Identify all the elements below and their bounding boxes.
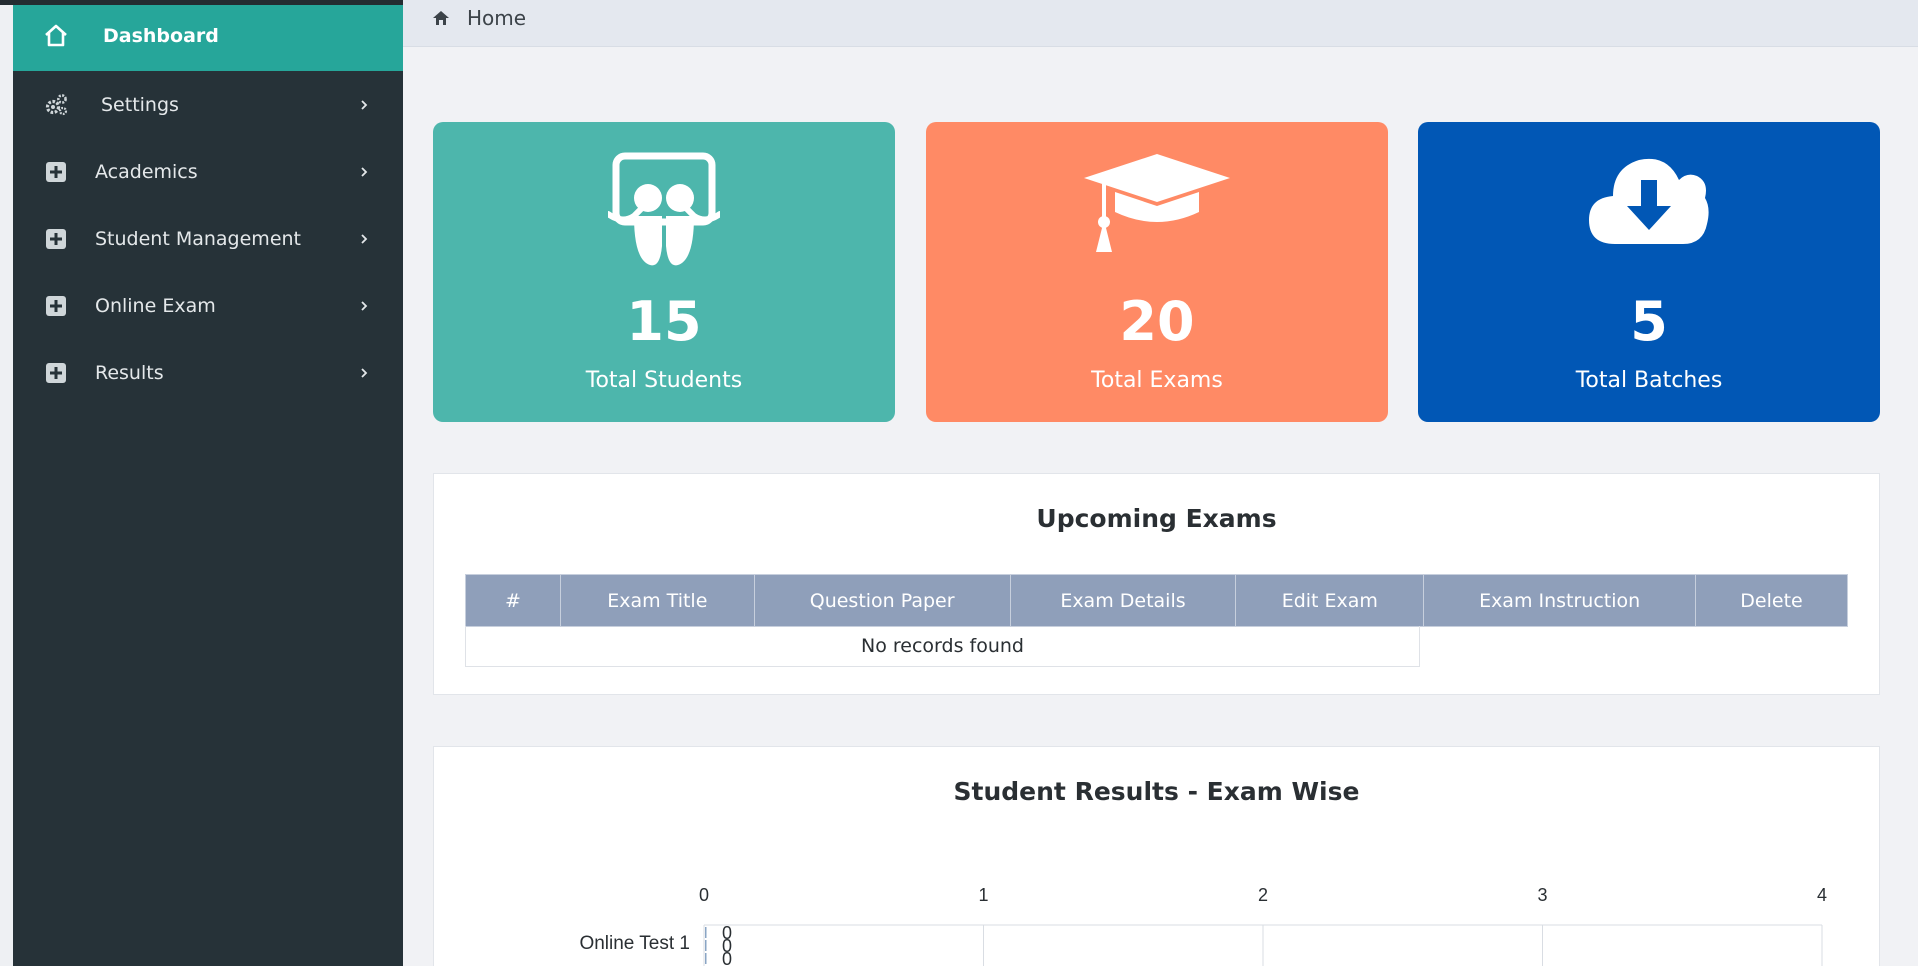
bar xyxy=(705,953,707,964)
top-strip xyxy=(0,0,403,5)
x-tick-label: 3 xyxy=(1537,885,1547,905)
col-header-exam-title: Exam Title xyxy=(559,574,755,627)
sidebar-item-student-management[interactable]: Student Management xyxy=(13,205,403,272)
y-category-label: Online Test 1 xyxy=(579,933,690,954)
sidebar-item-label: Results xyxy=(95,361,164,384)
sidebar-item-results[interactable]: Results xyxy=(13,339,403,406)
stat-label: Total Students xyxy=(585,368,743,393)
chevron-right-icon xyxy=(361,367,368,378)
x-tick-label: 4 xyxy=(1817,885,1827,905)
stat-value: 5 xyxy=(1630,290,1668,353)
stat-card-batches: 5 Total Batches xyxy=(1418,122,1880,422)
stat-label: Total Exams xyxy=(1091,368,1223,393)
empty-table-message: No records found xyxy=(465,626,1420,667)
sidebar-item-label: Student Management xyxy=(95,227,301,250)
stat-label: Total Batches xyxy=(1575,368,1723,393)
col-header-question-paper: Question Paper xyxy=(753,574,1011,627)
plus-square-icon xyxy=(43,360,69,386)
col-header-exam-details: Exam Details xyxy=(1009,574,1237,627)
upcoming-exams-table: # Exam Title Question Paper Exam Details… xyxy=(465,574,1848,627)
col-header-exam-instruction: Exam Instruction xyxy=(1423,574,1697,627)
results-chart-panel: Student Results - Exam Wise 0 1 2 3 4 Online … xyxy=(433,746,1880,966)
sidebar-item-dashboard[interactable]: Dashboard xyxy=(13,0,403,71)
stat-value: 15 xyxy=(626,290,702,353)
chevron-right-icon xyxy=(361,166,368,177)
bar xyxy=(705,927,707,938)
plus-square-icon xyxy=(43,226,69,252)
main-content: Home 15 Total Students 20 Total Exams 5 … xyxy=(403,0,1918,966)
breadcrumb-home-link[interactable]: Home xyxy=(467,6,526,30)
bar xyxy=(705,940,707,951)
bar-data-label: 0 xyxy=(722,949,732,966)
stat-card-students: 15 Total Students xyxy=(433,122,895,422)
sidebar-item-academics[interactable]: Academics xyxy=(13,138,403,205)
sidebar-item-label: Academics xyxy=(95,160,198,183)
sidebar-item-label: Settings xyxy=(101,93,179,116)
panel-title: Upcoming Exams xyxy=(1036,504,1277,533)
plus-square-icon xyxy=(43,293,69,319)
x-tick-label: 2 xyxy=(1258,885,1268,905)
breadcrumb: Home xyxy=(403,0,1918,47)
results-chart: 0 1 2 3 4Online Test 1 000 xyxy=(579,885,1827,966)
sidebar-item-settings[interactable]: Settings xyxy=(13,71,403,138)
slideshare-icon xyxy=(433,150,895,280)
upcoming-exams-panel: Upcoming Exams # Exam Title Question Pap… xyxy=(433,473,1880,695)
col-header-index: # xyxy=(465,574,561,627)
stat-value: 20 xyxy=(1119,290,1195,353)
sidebar-item-label: Online Exam xyxy=(95,294,216,317)
chevron-right-icon xyxy=(361,99,368,110)
stat-card-exams: 20 Total Exams xyxy=(926,122,1388,422)
col-header-edit-exam: Edit Exam xyxy=(1235,574,1425,627)
x-tick-label: 0 xyxy=(699,885,709,905)
home-icon xyxy=(43,23,69,49)
chevron-right-icon xyxy=(361,233,368,244)
gears-icon xyxy=(43,92,69,118)
plus-square-icon xyxy=(43,159,69,185)
home-icon xyxy=(433,11,449,25)
graduation-cap-icon xyxy=(926,150,1388,280)
chevron-right-icon xyxy=(361,300,368,311)
sidebar-item-online-exam[interactable]: Online Exam xyxy=(13,272,403,339)
left-edge xyxy=(0,0,13,966)
x-tick-label: 1 xyxy=(978,885,988,905)
sidebar-item-label: Dashboard xyxy=(103,24,219,47)
col-header-delete: Delete xyxy=(1695,574,1848,627)
sidebar: Dashboard Settings Academics Student Man… xyxy=(13,0,403,966)
cloud-download-icon xyxy=(1418,150,1880,280)
